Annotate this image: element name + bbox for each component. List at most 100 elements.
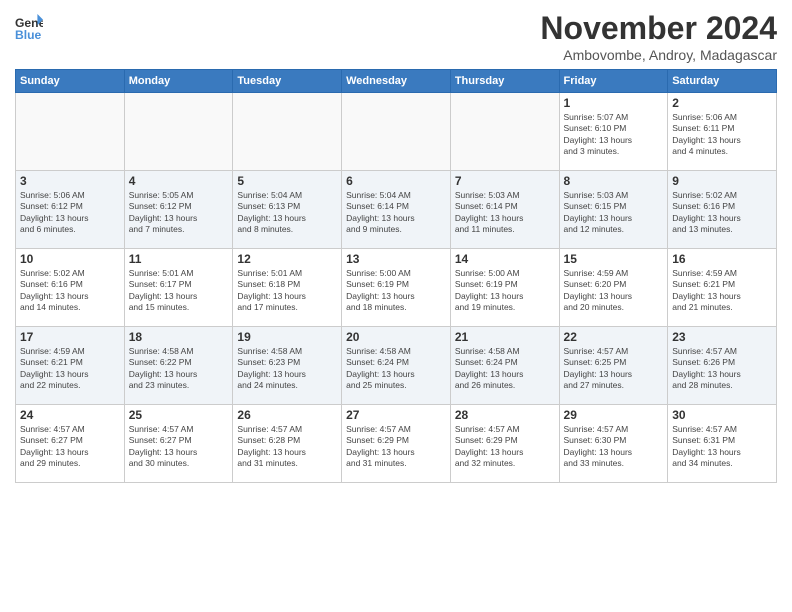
day-info: Sunrise: 5:06 AM Sunset: 6:11 PM Dayligh… bbox=[672, 112, 772, 158]
day-number: 15 bbox=[564, 252, 664, 266]
day-info: Sunrise: 4:57 AM Sunset: 6:27 PM Dayligh… bbox=[20, 424, 120, 470]
calendar-cell: 7 Sunrise: 5:03 AM Sunset: 6:14 PM Daylig… bbox=[450, 171, 559, 249]
day-info: Sunrise: 4:57 AM Sunset: 6:29 PM Dayligh… bbox=[346, 424, 446, 470]
col-monday: Monday bbox=[124, 70, 233, 93]
calendar-cell: 6 Sunrise: 5:04 AM Sunset: 6:14 PM Daylig… bbox=[342, 171, 451, 249]
day-number: 3 bbox=[20, 174, 120, 188]
calendar-cell: 9 Sunrise: 5:02 AM Sunset: 6:16 PM Daylig… bbox=[668, 171, 777, 249]
logo-icon: General Blue bbox=[15, 14, 43, 42]
day-info: Sunrise: 4:58 AM Sunset: 6:23 PM Dayligh… bbox=[237, 346, 337, 392]
calendar-cell bbox=[124, 93, 233, 171]
day-number: 2 bbox=[672, 96, 772, 110]
day-info: Sunrise: 5:03 AM Sunset: 6:14 PM Dayligh… bbox=[455, 190, 555, 236]
logo: General Blue bbox=[15, 14, 43, 42]
calendar-cell: 23 Sunrise: 4:57 AM Sunset: 6:26 PM Dayli… bbox=[668, 327, 777, 405]
day-info: Sunrise: 5:01 AM Sunset: 6:17 PM Dayligh… bbox=[129, 268, 229, 314]
day-info: Sunrise: 4:57 AM Sunset: 6:27 PM Dayligh… bbox=[129, 424, 229, 470]
col-sunday: Sunday bbox=[16, 70, 125, 93]
calendar-cell: 8 Sunrise: 5:03 AM Sunset: 6:15 PM Daylig… bbox=[559, 171, 668, 249]
col-friday: Friday bbox=[559, 70, 668, 93]
day-info: Sunrise: 5:04 AM Sunset: 6:13 PM Dayligh… bbox=[237, 190, 337, 236]
col-wednesday: Wednesday bbox=[342, 70, 451, 93]
calendar-cell: 15 Sunrise: 4:59 AM Sunset: 6:20 PM Dayli… bbox=[559, 249, 668, 327]
day-number: 20 bbox=[346, 330, 446, 344]
header: General Blue November 2024 Ambovombe, An… bbox=[15, 10, 777, 63]
calendar-cell: 10 Sunrise: 5:02 AM Sunset: 6:16 PM Dayli… bbox=[16, 249, 125, 327]
day-number: 23 bbox=[672, 330, 772, 344]
calendar-cell: 1 Sunrise: 5:07 AM Sunset: 6:10 PM Daylig… bbox=[559, 93, 668, 171]
day-info: Sunrise: 4:58 AM Sunset: 6:22 PM Dayligh… bbox=[129, 346, 229, 392]
day-number: 26 bbox=[237, 408, 337, 422]
calendar-cell: 19 Sunrise: 4:58 AM Sunset: 6:23 PM Dayli… bbox=[233, 327, 342, 405]
day-number: 19 bbox=[237, 330, 337, 344]
day-number: 22 bbox=[564, 330, 664, 344]
day-number: 8 bbox=[564, 174, 664, 188]
calendar-cell: 30 Sunrise: 4:57 AM Sunset: 6:31 PM Dayli… bbox=[668, 405, 777, 483]
day-number: 21 bbox=[455, 330, 555, 344]
subtitle: Ambovombe, Androy, Madagascar bbox=[540, 47, 777, 63]
day-number: 24 bbox=[20, 408, 120, 422]
day-info: Sunrise: 4:58 AM Sunset: 6:24 PM Dayligh… bbox=[346, 346, 446, 392]
day-number: 4 bbox=[129, 174, 229, 188]
day-number: 18 bbox=[129, 330, 229, 344]
day-info: Sunrise: 5:04 AM Sunset: 6:14 PM Dayligh… bbox=[346, 190, 446, 236]
day-number: 29 bbox=[564, 408, 664, 422]
day-number: 7 bbox=[455, 174, 555, 188]
day-number: 13 bbox=[346, 252, 446, 266]
calendar-cell: 20 Sunrise: 4:58 AM Sunset: 6:24 PM Dayli… bbox=[342, 327, 451, 405]
day-info: Sunrise: 4:57 AM Sunset: 6:28 PM Dayligh… bbox=[237, 424, 337, 470]
day-info: Sunrise: 5:02 AM Sunset: 6:16 PM Dayligh… bbox=[20, 268, 120, 314]
day-number: 28 bbox=[455, 408, 555, 422]
calendar-cell: 2 Sunrise: 5:06 AM Sunset: 6:11 PM Daylig… bbox=[668, 93, 777, 171]
day-number: 25 bbox=[129, 408, 229, 422]
day-info: Sunrise: 4:57 AM Sunset: 6:31 PM Dayligh… bbox=[672, 424, 772, 470]
day-info: Sunrise: 4:57 AM Sunset: 6:25 PM Dayligh… bbox=[564, 346, 664, 392]
title-area: November 2024 Ambovombe, Androy, Madagas… bbox=[540, 10, 777, 63]
calendar-cell: 21 Sunrise: 4:58 AM Sunset: 6:24 PM Dayli… bbox=[450, 327, 559, 405]
calendar-cell: 18 Sunrise: 4:58 AM Sunset: 6:22 PM Dayli… bbox=[124, 327, 233, 405]
calendar-cell: 22 Sunrise: 4:57 AM Sunset: 6:25 PM Dayli… bbox=[559, 327, 668, 405]
calendar-table: Sunday Monday Tuesday Wednesday Thursday… bbox=[15, 69, 777, 483]
calendar-cell: 14Sunrise: 5:00 AM Sunset: 6:19 PM Dayli… bbox=[450, 249, 559, 327]
calendar-cell: 12Sunrise: 5:01 AM Sunset: 6:18 PM Dayli… bbox=[233, 249, 342, 327]
day-info: Sunrise: 5:02 AM Sunset: 6:16 PM Dayligh… bbox=[672, 190, 772, 236]
day-number: 30 bbox=[672, 408, 772, 422]
calendar-cell: 3 Sunrise: 5:06 AM Sunset: 6:12 PM Daylig… bbox=[16, 171, 125, 249]
calendar-cell: 16 Sunrise: 4:59 AM Sunset: 6:21 PM Dayli… bbox=[668, 249, 777, 327]
header-row: Sunday Monday Tuesday Wednesday Thursday… bbox=[16, 70, 777, 93]
calendar-cell: 26 Sunrise: 4:57 AM Sunset: 6:28 PM Dayli… bbox=[233, 405, 342, 483]
day-info: Sunrise: 5:00 AM Sunset: 6:19 PM Dayligh… bbox=[455, 268, 555, 314]
day-info: Sunrise: 4:58 AM Sunset: 6:24 PM Dayligh… bbox=[455, 346, 555, 392]
day-info: Sunrise: 5:00 AM Sunset: 6:19 PM Dayligh… bbox=[346, 268, 446, 314]
day-info: Sunrise: 4:57 AM Sunset: 6:29 PM Dayligh… bbox=[455, 424, 555, 470]
day-info: Sunrise: 5:03 AM Sunset: 6:15 PM Dayligh… bbox=[564, 190, 664, 236]
day-number: 11 bbox=[129, 252, 229, 266]
day-number: 1 bbox=[564, 96, 664, 110]
day-info: Sunrise: 4:57 AM Sunset: 6:26 PM Dayligh… bbox=[672, 346, 772, 392]
day-info: Sunrise: 4:59 AM Sunset: 6:20 PM Dayligh… bbox=[564, 268, 664, 314]
day-number: 10 bbox=[20, 252, 120, 266]
calendar-cell: 13 Sunrise: 5:00 AM Sunset: 6:19 PM Dayli… bbox=[342, 249, 451, 327]
day-info: Sunrise: 4:59 AM Sunset: 6:21 PM Dayligh… bbox=[20, 346, 120, 392]
day-number: 16 bbox=[672, 252, 772, 266]
col-saturday: Saturday bbox=[668, 70, 777, 93]
page-container: General Blue November 2024 Ambovombe, An… bbox=[0, 0, 792, 493]
calendar-cell bbox=[16, 93, 125, 171]
day-info: Sunrise: 5:07 AM Sunset: 6:10 PM Dayligh… bbox=[564, 112, 664, 158]
day-number: 6 bbox=[346, 174, 446, 188]
day-info: Sunrise: 4:59 AM Sunset: 6:21 PM Dayligh… bbox=[672, 268, 772, 314]
calendar-cell: 17Sunrise: 4:59 AM Sunset: 6:21 PM Dayli… bbox=[16, 327, 125, 405]
calendar-cell bbox=[342, 93, 451, 171]
day-number: 9 bbox=[672, 174, 772, 188]
calendar-cell bbox=[450, 93, 559, 171]
main-title: November 2024 bbox=[540, 10, 777, 47]
day-info: Sunrise: 5:05 AM Sunset: 6:12 PM Dayligh… bbox=[129, 190, 229, 236]
day-number: 5 bbox=[237, 174, 337, 188]
calendar-cell: 29Sunrise: 4:57 AM Sunset: 6:30 PM Dayli… bbox=[559, 405, 668, 483]
calendar-cell: 28 Sunrise: 4:57 AM Sunset: 6:29 PM Dayli… bbox=[450, 405, 559, 483]
calendar-cell: 25 Sunrise: 4:57 AM Sunset: 6:27 PM Dayli… bbox=[124, 405, 233, 483]
calendar-cell: 4 Sunrise: 5:05 AM Sunset: 6:12 PM Daylig… bbox=[124, 171, 233, 249]
day-info: Sunrise: 5:06 AM Sunset: 6:12 PM Dayligh… bbox=[20, 190, 120, 236]
day-number: 12 bbox=[237, 252, 337, 266]
calendar-cell: 27Sunrise: 4:57 AM Sunset: 6:29 PM Dayli… bbox=[342, 405, 451, 483]
